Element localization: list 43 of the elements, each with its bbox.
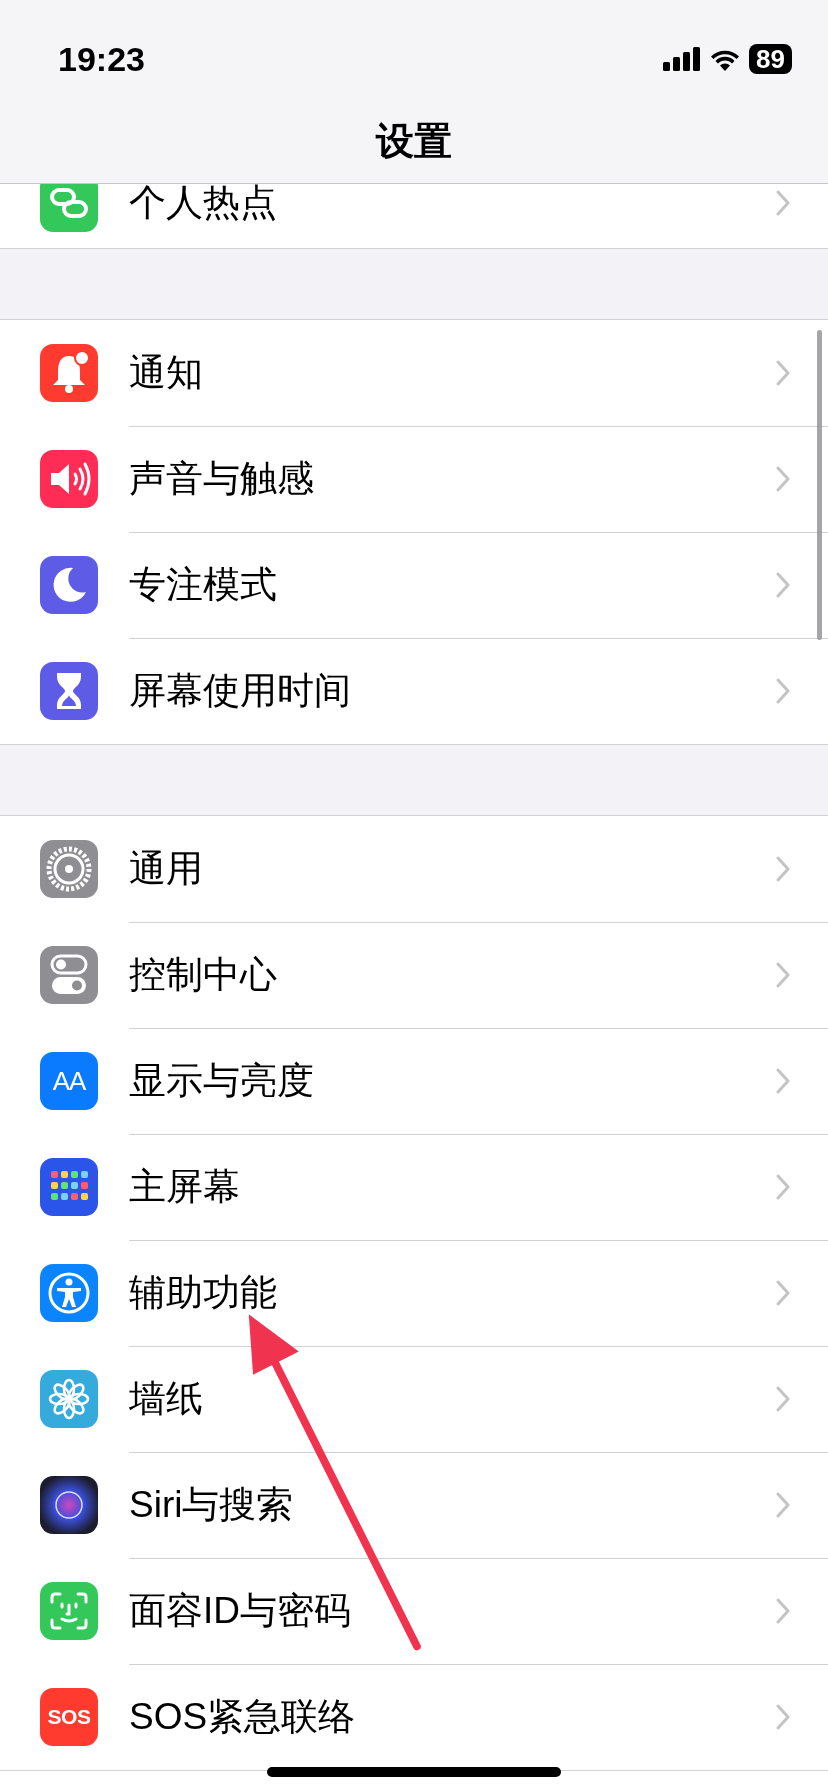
settings-row[interactable]: 面容ID与密码 — [0, 1558, 828, 1664]
row-label: SOS紧急联络 — [129, 1695, 356, 1739]
row-label: 控制中心 — [129, 952, 277, 997]
status-time: 19:23 — [58, 39, 145, 79]
chevron-icon — [776, 678, 790, 704]
row-label: 主屏幕 — [129, 1164, 240, 1209]
chevron-icon — [776, 1597, 790, 1624]
chevron-icon — [776, 961, 790, 988]
page-title: 设置 — [374, 119, 453, 164]
settings-row[interactable]: 屏幕使用时间 — [0, 638, 828, 744]
chevron-icon — [776, 1279, 790, 1306]
chevron-icon — [776, 1704, 790, 1730]
settings-row[interactable]: 通用 — [0, 816, 828, 922]
app-icon: AA — [40, 1052, 98, 1110]
chevron-icon — [776, 465, 790, 492]
battery-level: 89 — [749, 44, 792, 74]
chevron-icon — [776, 1173, 790, 1200]
chevron-icon — [776, 855, 790, 882]
row-label: 通知 — [129, 350, 203, 395]
app-icon: SOS — [40, 1688, 98, 1746]
chevron-icon — [776, 359, 790, 386]
row-label: 墙纸 — [129, 1376, 203, 1421]
settings-row[interactable]: SOS SOS紧急联络 — [0, 1664, 828, 1770]
signal-icon — [663, 47, 702, 71]
row-label: 声音与触感 — [129, 456, 314, 501]
chevron-icon — [776, 1385, 790, 1412]
settings-row[interactable]: AA 显示与亮度 — [0, 1028, 828, 1134]
row-label: 个人热点 — [129, 184, 277, 225]
chevron-icon — [776, 571, 790, 598]
row-label: 面容ID与密码 — [129, 1588, 351, 1633]
settings-row[interactable]: 控制中心 — [0, 922, 828, 1028]
row-label: 通用 — [129, 846, 203, 891]
row-label: 专注模式 — [129, 562, 277, 607]
row-label: 显示与亮度 — [129, 1058, 314, 1103]
settings-row[interactable]: 个人热点 — [0, 184, 828, 248]
row-label: 辅助功能 — [129, 1270, 277, 1315]
row-label: Siri与搜索 — [129, 1482, 294, 1527]
chevron-icon — [776, 1067, 790, 1094]
row-label: 屏幕使用时间 — [129, 669, 351, 713]
settings-row[interactable]: 主屏幕 — [0, 1134, 828, 1240]
settings-row[interactable]: Siri与搜索 — [0, 1452, 828, 1558]
chevron-icon — [776, 1491, 790, 1518]
chevron-icon — [776, 190, 790, 216]
